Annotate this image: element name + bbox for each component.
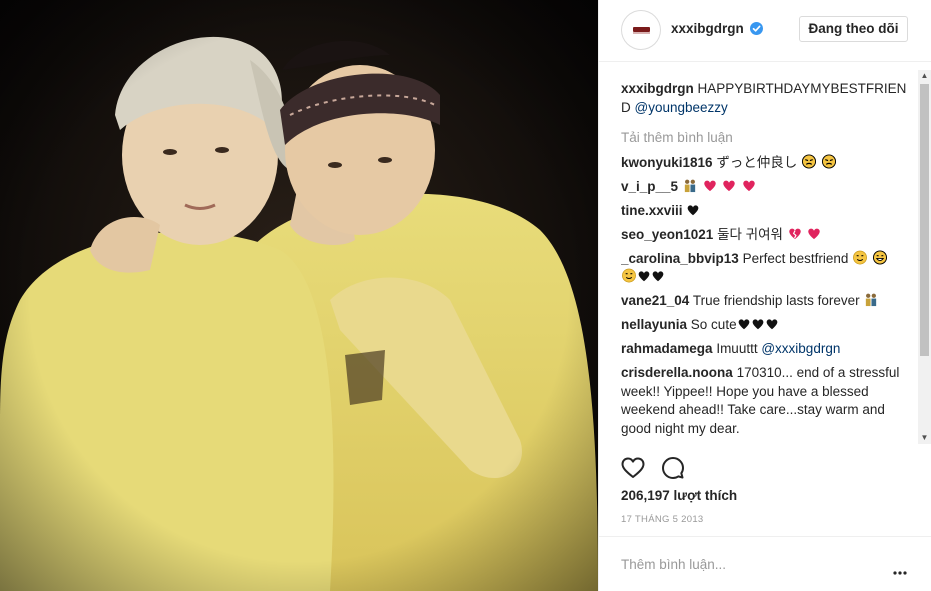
black-heart-icon: [652, 271, 664, 282]
likes-count[interactable]: 206,197 lượt thích: [621, 488, 737, 503]
comment-text: 둘다 귀여워: [717, 226, 783, 242]
comment-text: So cute: [690, 317, 737, 332]
face-blush-icon: [853, 250, 868, 264]
black-heart-icon: [638, 271, 650, 282]
comment-item: rahmadamega Imuuttt @xxxibgdrgn: [621, 340, 911, 359]
heart-outline-icon[interactable]: [621, 456, 645, 480]
couple-icon: [684, 179, 695, 192]
face-persevere-icon: [802, 153, 817, 169]
comment-username[interactable]: crisderella.noona: [621, 365, 733, 380]
comment-item: _carolina_bbvip13 Perfect bestfriend: [621, 249, 911, 287]
comment-text: Perfect bestfriend: [742, 250, 849, 266]
add-comment-input[interactable]: [621, 553, 881, 575]
scroll-down-arrow-icon[interactable]: ▼: [918, 432, 931, 444]
post-header: xxxibgdrgn Đang theo dõi: [599, 0, 931, 62]
scroll-up-arrow-icon[interactable]: ▲: [918, 70, 931, 82]
comment-item: crisderella.noona 170310... end of a str…: [621, 364, 911, 438]
avatar[interactable]: [621, 10, 661, 50]
comment-text: ずっと仲良し: [716, 154, 798, 170]
more-dots-icon[interactable]: [893, 562, 907, 575]
heart-icon: [723, 180, 736, 191]
comment-username[interactable]: v_i_p__5: [621, 179, 678, 194]
comment-username[interactable]: nellayunia: [621, 317, 687, 332]
comment-username[interactable]: seo_yeon1021: [621, 227, 713, 242]
comment-item: seo_yeon1021 둘다 귀여워: [621, 226, 911, 245]
post-side-panel: xxxibgdrgn Đang theo dõi xxxibgdrgn HAPP…: [598, 0, 931, 591]
caption: xxxibgdrgn HAPPYBIRTHDAYMYBESTFRIEN D @y…: [621, 80, 911, 117]
black-heart-icon: [766, 319, 777, 330]
comment-username[interactable]: kwonyuki1816: [621, 155, 713, 170]
heart-icon: [703, 180, 716, 191]
header-username[interactable]: xxxibgdrgn: [671, 21, 744, 36]
black-heart-icon: [752, 319, 763, 330]
comment-text: True friendship lasts forever: [692, 293, 860, 308]
comment-username[interactable]: vane21_04: [621, 293, 689, 308]
comment-item: v_i_p__5: [621, 178, 911, 197]
heart-icon: [808, 228, 821, 239]
heart-icon: [743, 180, 755, 191]
add-comment-bar: [599, 536, 931, 591]
comment-username[interactable]: rahmadamega: [621, 341, 713, 356]
verified-badge-icon: [750, 22, 763, 35]
comment-item: vane21_04 True friendship lasts forever: [621, 292, 911, 311]
post-date[interactable]: 17 THÁNG 5 2013: [621, 514, 703, 525]
photo-image: [0, 0, 598, 591]
face-persevere-icon: [821, 153, 836, 169]
comment-item: kwonyuki1816 ずっと仲良し: [621, 153, 911, 173]
broken-heart-icon: [788, 228, 801, 239]
face-blush-icon: [622, 268, 636, 283]
load-more-comments-link[interactable]: Tải thêm bình luận: [621, 129, 911, 148]
scrollbar-thumb[interactable]: [920, 84, 929, 356]
avatar-mark-line: [633, 32, 650, 34]
comment-mention[interactable]: @xxxibgdrgn: [761, 341, 840, 356]
black-heart-icon: [687, 204, 699, 215]
comment-username[interactable]: _carolina_bbvip13: [621, 251, 739, 266]
comment-item: nellayunia So cute: [621, 316, 911, 335]
comment-item: tine.xxviii: [621, 202, 911, 221]
caption-mention[interactable]: @youngbeezzy: [635, 100, 728, 115]
comments-scrollbar[interactable]: ▲ ▼: [918, 70, 931, 444]
following-button[interactable]: Đang theo dõi: [799, 16, 908, 42]
post-photo[interactable]: [0, 0, 598, 591]
comments-list[interactable]: xxxibgdrgn HAPPYBIRTHDAYMYBESTFRIEN D @y…: [621, 72, 911, 444]
face-grin-icon: [872, 249, 887, 265]
comment-username[interactable]: tine.xxviii: [621, 203, 683, 218]
caption-username[interactable]: xxxibgdrgn: [621, 81, 694, 96]
comment-text: Imuuttt: [716, 341, 758, 356]
couple-icon: [866, 293, 877, 307]
comment-bubble-icon[interactable]: [661, 456, 685, 480]
black-heart-icon: [738, 319, 749, 330]
